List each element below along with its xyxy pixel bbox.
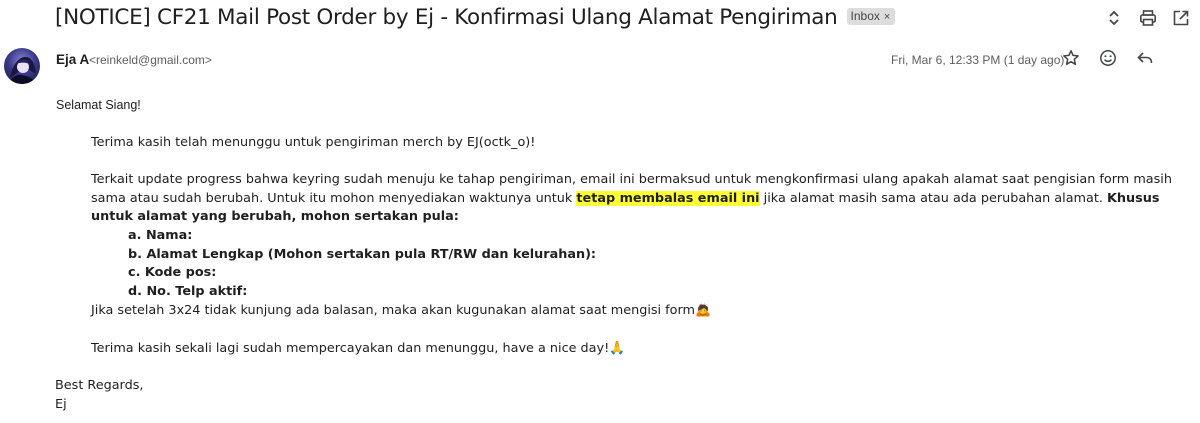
list-item: a. Nama: [128,228,193,243]
thanks-paragraph: Terima kasih telah menunggu untuk pengir… [91,135,536,150]
signature-name: Ej [55,396,67,412]
request-paragraph: Terkait update progress bahwa keyring su… [91,171,1181,227]
required-info-list: a. Nama: b. Alamat Lengkap (Mohon sertak… [128,227,596,301]
email-body: Selamat Siang! Terima kasih telah menung… [0,0,1200,423]
signature-block: Best Regards, Ej [55,377,143,414]
highlighted-text: tetap membalas email ini [576,190,760,206]
request-text-2: jika alamat masih sama atau ada perubaha… [759,190,1107,206]
closing-paragraph: Terima kasih sekali lagi sudah mempercay… [91,341,626,356]
greeting: Selamat Siang! [56,98,141,112]
deadline-paragraph: Jika setelah 3x24 tidak kunjung ada bala… [91,303,711,318]
list-item: c. Kode pos: [128,265,217,280]
list-item: b. Alamat Lengkap (Mohon sertakan pula R… [128,246,597,262]
list-item: d. No. Telp aktif: [128,283,248,299]
regards-text: Best Regards, [55,378,144,393]
